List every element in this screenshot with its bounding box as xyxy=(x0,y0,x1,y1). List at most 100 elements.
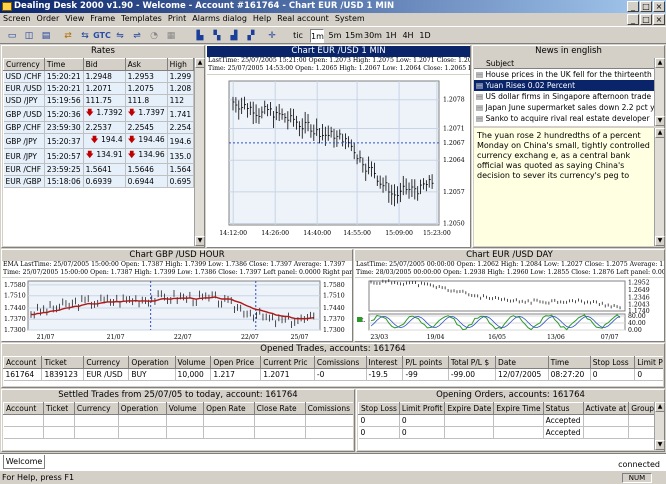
news-list-scrollbar[interactable]: ▲ ▼ xyxy=(654,58,665,126)
opened-trades-col[interactable]: Stop Loss xyxy=(589,356,636,369)
timeframe-1d[interactable]: 1D xyxy=(418,29,432,43)
chart-candle-icon[interactable]: ▟ xyxy=(226,29,242,43)
rates-row[interactable]: EUR /USD 15:20:21 1.2071 1.2075 1.208 xyxy=(3,82,194,95)
chart-eurusd-day-plot[interactable]: 1.29521.26491.23461.20431.174080.0040.00… xyxy=(355,278,664,341)
menu-view[interactable]: View xyxy=(62,13,87,25)
news-item[interactable]: ▤ Yuan Rises 0.02 Percent xyxy=(474,80,654,91)
layout-2-icon[interactable]: ◫ xyxy=(21,29,37,43)
tab-welcome[interactable]: Welcome xyxy=(3,455,45,469)
opened-trades-col[interactable]: Interest xyxy=(365,356,404,369)
opened-trades-col[interactable]: Date xyxy=(495,356,549,369)
chart-bar-icon[interactable]: ▙ xyxy=(192,29,208,43)
rates-col-currency[interactable]: Currency xyxy=(3,58,45,71)
opened-trades-col[interactable]: Time xyxy=(547,356,591,369)
menu-order[interactable]: Order xyxy=(34,13,63,25)
scroll-up-icon[interactable]: ▲ xyxy=(655,128,665,138)
settled-trades-col[interactable]: Operation xyxy=(117,402,167,415)
opened-trades-col[interactable]: Total P/L $ xyxy=(447,356,497,369)
table-row[interactable]: 161764 1839123 EUR /USD BUY 10,000 1.217 1.207… xyxy=(3,368,663,381)
scroll-up-icon[interactable]: ▲ xyxy=(655,402,665,412)
settled-trades-col[interactable]: Account xyxy=(3,402,44,415)
rates-col-ask[interactable]: Ask xyxy=(124,58,168,71)
chart-zoom-icon[interactable]: ▞ xyxy=(243,29,259,43)
timeframe-5m[interactable]: 5m xyxy=(327,29,343,43)
menu-system[interactable]: System xyxy=(332,13,368,25)
scroll-down-icon[interactable]: ▼ xyxy=(655,236,665,246)
rates-col-bid[interactable]: Bid xyxy=(82,58,126,71)
table-row[interactable]: 0 0 Accepted xyxy=(358,414,654,427)
mdi-restore-button[interactable]: □ xyxy=(640,14,652,25)
rates-col-high[interactable]: High xyxy=(166,58,194,71)
scroll-up-icon[interactable]: ▲ xyxy=(655,58,665,68)
settled-trades-col[interactable]: Open Rate xyxy=(203,402,255,415)
menu-help[interactable]: Help xyxy=(250,13,274,25)
chart-gbpusd-hour-plot[interactable]: 1.7580 1.7580 1.7510 1.7510 1.7440 1.7440 1.73… xyxy=(2,278,352,341)
scroll-down-icon[interactable]: ▼ xyxy=(655,440,665,450)
scroll-up-icon[interactable]: ▲ xyxy=(195,58,205,68)
alarm-icon[interactable]: ◔ xyxy=(146,29,162,43)
settled-trades-col[interactable]: Ticket xyxy=(43,402,75,415)
close-button[interactable]: × xyxy=(653,1,665,12)
opening-orders-scrollbar[interactable]: ▲ ▼ xyxy=(654,402,665,450)
chart-eurusd-1min-plot[interactable]: 1.2078 1.2071 1.2064 1.2057 1.2050 14:12:00 14… xyxy=(207,75,470,247)
chart-line-icon[interactable]: ▚ xyxy=(209,29,225,43)
opened-trades-col[interactable]: Currency xyxy=(83,356,130,369)
mdi-close-button[interactable]: × xyxy=(653,14,665,25)
opened-trades-col[interactable]: Current Pric xyxy=(260,356,315,369)
stop-order-icon[interactable]: ⇋ xyxy=(112,29,128,43)
opened-trades-col[interactable]: Open Price xyxy=(210,356,262,369)
layout-1-icon[interactable]: ▭ xyxy=(4,29,20,43)
opened-trades-col[interactable]: Operation xyxy=(128,356,176,369)
minimize-button[interactable]: _ xyxy=(627,1,639,12)
news-item[interactable]: ▤ Sanko to acquire rival real estate dev… xyxy=(474,113,654,124)
news-item[interactable]: ▤ House prices in the UK fell for the th… xyxy=(474,69,654,80)
settled-trades-col[interactable]: Volume xyxy=(165,402,205,415)
timeframe-30m[interactable]: 30m xyxy=(364,29,382,43)
rates-row[interactable]: GBP /CHF 23:59:30 2.2537 2.2545 2.254 xyxy=(3,121,194,134)
timeframe-15m[interactable]: 15m xyxy=(345,29,363,43)
rates-row[interactable]: GBP /USD 15:20:36 🡇 1.7392 🡇 1.7397 1.741 xyxy=(3,106,194,122)
rates-row[interactable]: USD /CHF 15:20:21 1.2948 1.2953 1.299 xyxy=(3,70,194,83)
timeframe-4h[interactable]: 4H xyxy=(401,29,415,43)
opened-trades-col[interactable]: P/L points xyxy=(402,356,449,369)
settled-trades-col[interactable]: Comissions xyxy=(304,402,353,415)
opening-orders-col[interactable]: Limit Profit xyxy=(398,402,446,415)
close-position-icon[interactable]: ⇌ xyxy=(129,29,145,43)
opening-orders-col[interactable]: Expire Time xyxy=(493,402,544,415)
news-item[interactable]: ▤ Japan June supermarket sales down 2.2 … xyxy=(474,102,654,113)
opening-orders-col[interactable]: Group# xyxy=(628,402,654,415)
rates-col-time[interactable]: Time xyxy=(43,58,84,71)
pending-order-icon[interactable]: ⇆ xyxy=(77,29,93,43)
news-col-subject[interactable]: Subject xyxy=(474,58,654,69)
maximize-button[interactable]: □ xyxy=(640,1,652,12)
rates-row[interactable]: EUR /CHF 23:59:25 1.5641 1.5646 1.564 xyxy=(3,163,194,176)
opened-trades-col[interactable]: Volume xyxy=(174,356,212,369)
rates-scrollbar[interactable]: ▲ ▼ xyxy=(194,58,205,246)
app-icon[interactable] xyxy=(2,2,12,11)
table-row[interactable]: 0 0 Accepted xyxy=(358,426,654,439)
scroll-down-icon[interactable]: ▼ xyxy=(655,116,665,126)
menu-templates[interactable]: Templates xyxy=(118,13,165,25)
timeframe-1m[interactable]: 1m xyxy=(310,29,324,43)
timeframe-1h[interactable]: 1H xyxy=(384,29,398,43)
open-order-icon[interactable]: ⇄ xyxy=(60,29,76,43)
window-title-bar[interactable]: Dealing Desk 2000 v1.90 - Welcome - Acco… xyxy=(0,0,666,13)
scroll-down-icon[interactable]: ▼ xyxy=(195,236,205,246)
menu-frame[interactable]: Frame xyxy=(87,13,118,25)
news-body-scrollbar[interactable]: ▲ ▼ xyxy=(654,128,665,246)
opened-trades-col[interactable]: Limit Profit xyxy=(634,356,663,369)
rates-row[interactable]: USD /JPY 15:19:56 111.75 111.8 112 xyxy=(3,94,194,107)
timeframe-tic[interactable]: tic xyxy=(291,29,305,43)
rates-row[interactable]: EUR /JPY 15:20:57 🡇 134.91 🡇 134.96 135.0 xyxy=(3,148,194,164)
menu-print[interactable]: Print xyxy=(165,13,189,25)
opening-orders-col[interactable]: Activate at xyxy=(582,402,630,415)
settled-trades-col[interactable]: Close Rate xyxy=(253,402,306,415)
menu-alarms-dialog[interactable]: Alarms dialog xyxy=(189,13,250,25)
opening-orders-col[interactable]: Stop Loss xyxy=(358,402,400,415)
opening-orders-col[interactable]: Status xyxy=(542,402,584,415)
rates-row[interactable]: GBP /JPY 15:20:37 🡇 194.4 🡇 194.46 194.6 xyxy=(3,133,194,149)
gtc-button[interactable]: GTC xyxy=(93,29,111,43)
news-item[interactable]: ▤ US dollar firms in Singapore afternoon… xyxy=(474,91,654,102)
opened-trades-col[interactable]: Ticket xyxy=(41,356,85,369)
layout-3-icon[interactable]: ▤ xyxy=(38,29,54,43)
